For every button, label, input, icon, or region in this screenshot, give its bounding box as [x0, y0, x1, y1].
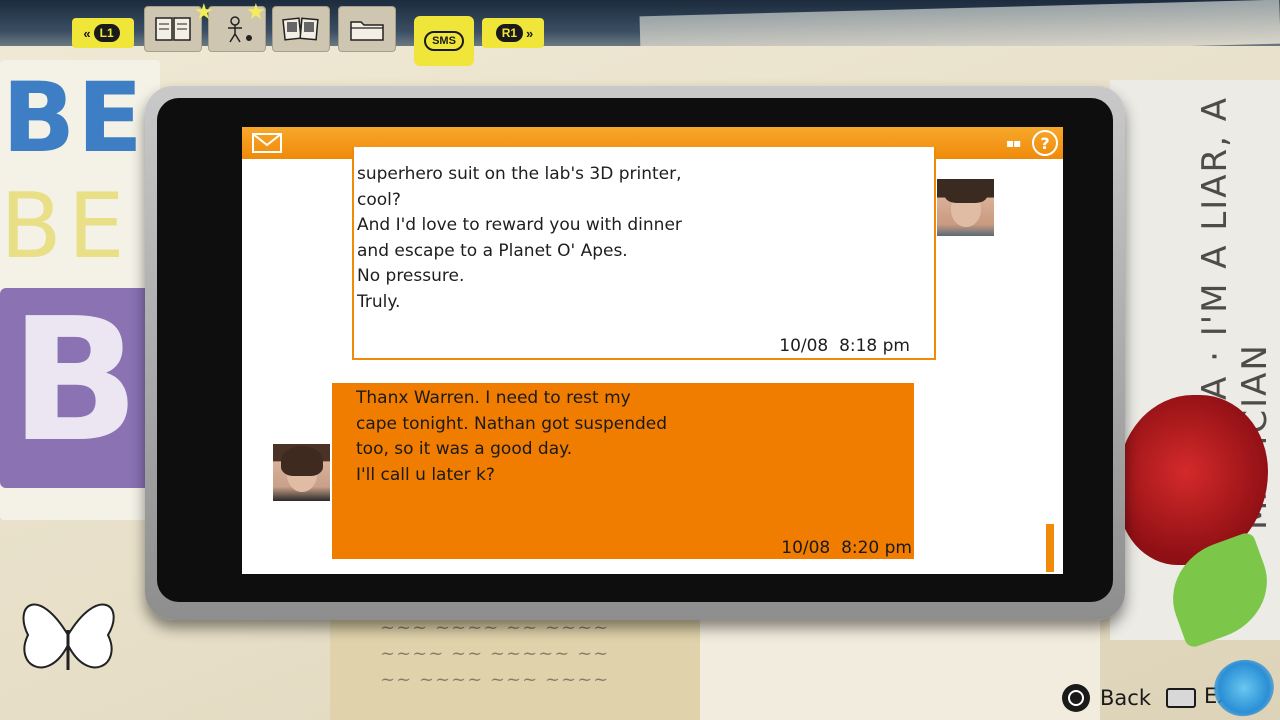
avatar-warren: [937, 179, 994, 236]
butterfly-icon: [22, 603, 115, 670]
message-body: superhero suit on the lab's 3D printer, …: [357, 162, 682, 316]
message-line: too, so it was a good day.: [356, 439, 573, 460]
help-icon[interactable]: ?: [1032, 130, 1058, 156]
message-line: Thanx Warren. I need to rest my: [356, 388, 631, 408]
message-timestamp: 10/08 8:18 pm: [779, 336, 910, 356]
journal-tab-bar: « L1 ★ ★ SMS R1 »: [70, 0, 570, 66]
doodle-lettering-blue: BE: [2, 62, 145, 174]
message-timestamp: 10/08 8:20 pm: [781, 538, 912, 558]
paper-scrap-bottom: [700, 610, 1100, 720]
next-tab-button[interactable]: R1 »: [482, 18, 544, 48]
double-chevron-right-icon: »: [526, 25, 534, 41]
signal-icon: ▪▪: [1006, 136, 1021, 150]
tab-sms[interactable]: SMS: [414, 16, 474, 66]
message-body: Thanx Warren. I need to rest my cape ton…: [356, 386, 667, 488]
sms-screen: ▪▪ ? superhero suit on the lab's 3D prin…: [242, 127, 1063, 574]
avatar-max: [273, 444, 330, 501]
message-line: Truly.: [357, 291, 401, 312]
prev-tab-button[interactable]: « L1: [72, 18, 134, 48]
message-line: I'll call u later k?: [356, 464, 495, 485]
r1-button-glyph: R1: [495, 24, 524, 42]
circle-button-icon: [1062, 684, 1090, 712]
envelope-icon: [252, 133, 282, 153]
message-line: cool?: [357, 189, 401, 210]
photos-icon: [282, 17, 319, 41]
back-button[interactable]: Back: [1062, 682, 1151, 714]
message-outgoing: Thanx Warren. I need to rest my cape ton…: [332, 383, 914, 559]
back-label: Back: [1100, 686, 1151, 710]
avatar-hair: [281, 446, 323, 476]
doodle-lettering-yellow: BE: [0, 174, 131, 279]
message-date: 10/08: [779, 336, 829, 356]
new-star-icon: ★: [194, 0, 214, 25]
message-incoming: superhero suit on the lab's 3D printer, …: [352, 147, 936, 360]
message-date: 10/08: [781, 538, 831, 558]
tab-folder[interactable]: [338, 6, 396, 52]
message-line: No pressure.: [357, 266, 465, 287]
touchpad-icon[interactable]: [1166, 688, 1196, 708]
handwriting-scrawl: ~~~ ~~~~ ~~ ~~~~ ~~~~ ~~ ~~~~~ ~~ ~~ ~~~~ …: [380, 617, 610, 690]
avatar-hair: [945, 181, 987, 203]
message-time: 8:20 pm: [841, 538, 912, 558]
journal-icon: [155, 17, 191, 41]
message-scrollbar[interactable]: [1046, 524, 1054, 572]
doodle-lettering-purple: B: [0, 288, 150, 488]
message-line: And I'd love to reward you with dinner: [357, 215, 682, 236]
sms-icon: SMS: [424, 31, 464, 51]
new-star-icon: ★: [246, 0, 266, 25]
message-time: 8:18 pm: [839, 336, 910, 356]
message-line: superhero suit on the lab's 3D printer,: [357, 164, 682, 184]
double-chevron-left-icon: «: [83, 25, 91, 41]
l1-button-glyph: L1: [93, 24, 120, 42]
message-line: cape tonight. Nathan got suspended: [356, 413, 668, 434]
message-line: and escape to a Planet O' Apes.: [357, 240, 628, 261]
folder-icon: [350, 21, 384, 41]
tab-photos[interactable]: [272, 6, 330, 52]
